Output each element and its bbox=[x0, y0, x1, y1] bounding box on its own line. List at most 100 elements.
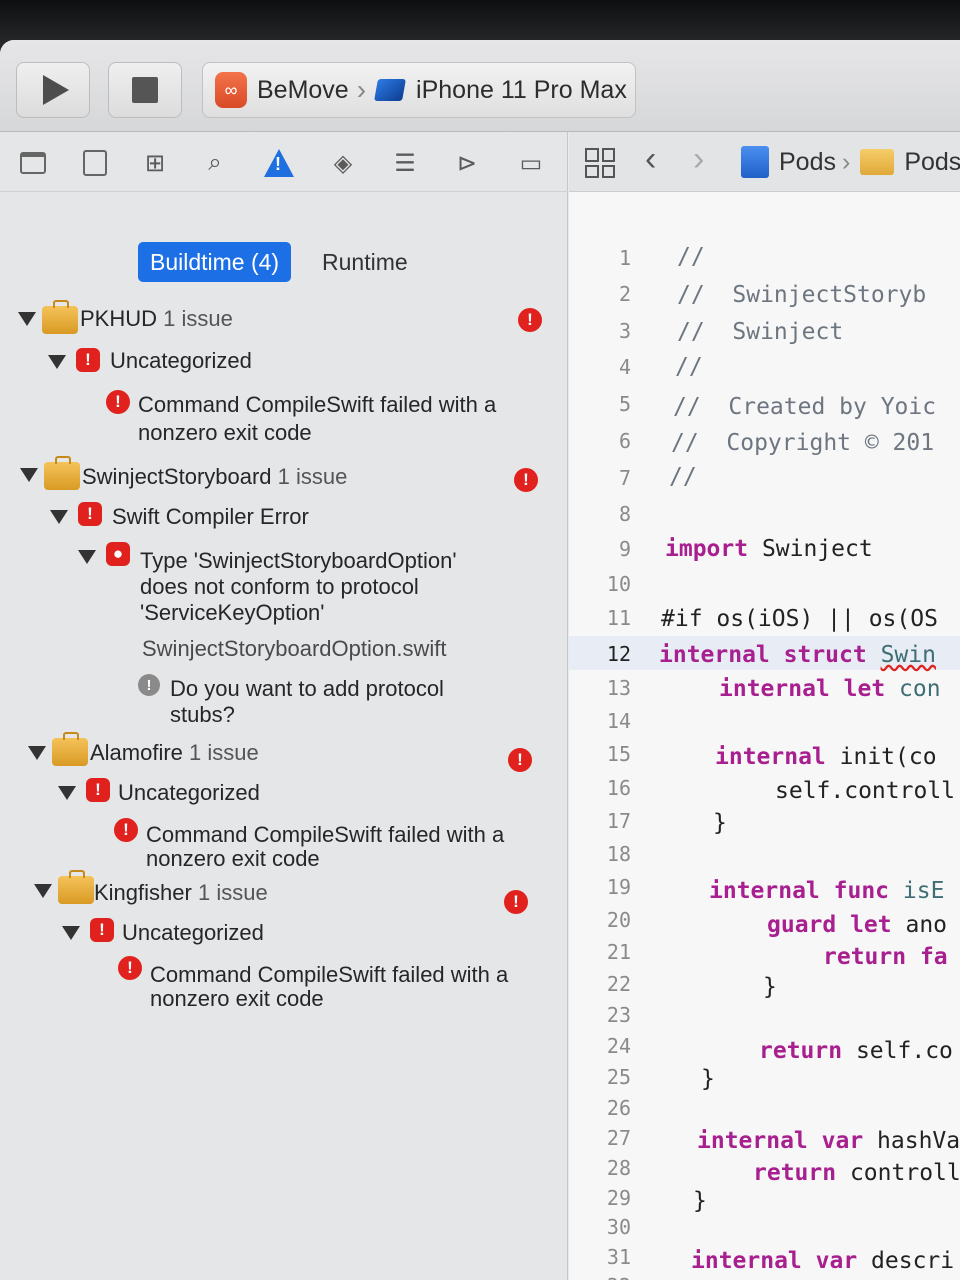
forward-arrow-icon[interactable]: › bbox=[693, 140, 704, 179]
error-icon: ● bbox=[106, 542, 130, 566]
issue-message[interactable]: Command CompileSwift failed with a bbox=[146, 822, 504, 848]
test-icon[interactable]: ◈ bbox=[326, 146, 360, 180]
project-row[interactable]: Kingfisher 1 issue bbox=[94, 880, 268, 906]
issue-count: 1 issue bbox=[197, 880, 268, 905]
code-line: } bbox=[693, 1188, 707, 1214]
disclosure-triangle-icon[interactable] bbox=[58, 786, 76, 800]
breakpoint-icon[interactable]: ⊳ bbox=[450, 146, 484, 180]
xcode-window: ∞ BeMove › iPhone 11 Pro Max ⊞ ⌕ ◈ ☰ ⊳ ▭… bbox=[0, 40, 960, 1280]
line-number: 22 bbox=[606, 972, 631, 996]
disclosure-triangle-icon[interactable] bbox=[20, 468, 38, 482]
issue-navigator: ⊞ ⌕ ◈ ☰ ⊳ ▭ Buildtime (4) Runtime PKHUD … bbox=[0, 132, 568, 1280]
group-row[interactable]: Uncategorized bbox=[118, 780, 260, 806]
code-line: // Created by Yoic bbox=[673, 394, 937, 420]
disclosure-triangle-icon[interactable] bbox=[18, 312, 36, 326]
code-line: } bbox=[713, 810, 727, 836]
tab-runtime[interactable]: Runtime bbox=[310, 242, 420, 282]
find-icon[interactable]: ⌕ bbox=[198, 146, 232, 180]
fixit-icon: ! bbox=[138, 674, 160, 696]
group-row[interactable]: Uncategorized bbox=[122, 920, 264, 946]
code-line: internal let con bbox=[719, 676, 941, 702]
disclosure-triangle-icon[interactable] bbox=[78, 550, 96, 564]
group-row[interactable]: Swift Compiler Error bbox=[112, 504, 309, 530]
error-icon: ! bbox=[118, 956, 142, 980]
issue-message[interactable]: nonzero exit code bbox=[138, 420, 312, 446]
issue-message[interactable]: does not conform to protocol bbox=[140, 574, 419, 600]
group-row[interactable]: Uncategorized bbox=[110, 348, 252, 374]
line-number: 2 bbox=[618, 282, 631, 306]
issue-message[interactable]: nonzero exit code bbox=[146, 846, 320, 872]
code-line: return controll bbox=[753, 1160, 960, 1186]
issue-file-name[interactable]: SwinjectStoryboardOption.swift bbox=[142, 636, 446, 662]
stop-button[interactable] bbox=[108, 62, 182, 118]
disclosure-triangle-icon[interactable] bbox=[28, 746, 46, 760]
folder-icon[interactable] bbox=[16, 146, 50, 180]
code-keyword: internal bbox=[715, 744, 826, 770]
back-arrow-icon[interactable]: ‹ bbox=[645, 140, 656, 179]
run-button[interactable] bbox=[16, 62, 90, 118]
play-icon bbox=[43, 75, 69, 105]
code-text: hashVa bbox=[877, 1128, 960, 1154]
tab-buildtime[interactable]: Buildtime (4) bbox=[138, 242, 292, 282]
code-text: isE bbox=[902, 878, 945, 904]
error-badge-icon: ! bbox=[518, 308, 542, 332]
debug-icon[interactable]: ☰ bbox=[388, 146, 422, 180]
code-keyword: internal var bbox=[697, 1128, 864, 1154]
issue-message[interactable]: 'ServiceKeyOption' bbox=[140, 600, 325, 626]
line-number: 3 bbox=[618, 319, 631, 343]
disclosure-triangle-icon[interactable] bbox=[50, 510, 68, 524]
line-number: 28 bbox=[606, 1156, 631, 1180]
report-icon[interactable]: ▭ bbox=[514, 146, 548, 180]
line-number: 30 bbox=[606, 1215, 631, 1239]
line-number: 15 bbox=[606, 742, 631, 766]
device-name[interactable]: iPhone 11 Pro Max bbox=[416, 76, 627, 105]
line-number: 25 bbox=[606, 1065, 631, 1089]
error-icon: ! bbox=[76, 348, 100, 372]
source-control-icon[interactable] bbox=[78, 146, 112, 180]
issue-message[interactable]: Type 'SwinjectStoryboardOption' bbox=[140, 548, 457, 574]
line-number: 20 bbox=[606, 908, 631, 932]
chevron-right-icon: › bbox=[841, 147, 851, 176]
fixit-message[interactable]: Do you want to add protocol bbox=[170, 676, 444, 702]
symbol-icon[interactable]: ⊞ bbox=[138, 146, 172, 180]
issue-message[interactable]: Command CompileSwift failed with a bbox=[150, 962, 508, 988]
line-number: 17 bbox=[606, 809, 631, 833]
line-number: 32 bbox=[607, 1274, 631, 1280]
error-icon: ! bbox=[78, 502, 102, 526]
folder-icon bbox=[860, 149, 895, 175]
issue-message[interactable]: nonzero exit code bbox=[150, 986, 324, 1012]
error-badge-icon: ! bbox=[508, 748, 532, 772]
code-line: import Swinject bbox=[665, 536, 873, 562]
line-number: 21 bbox=[606, 940, 631, 964]
source-editor[interactable]: ‹ › Pods › Pods 1 2 3 4 5 6 7 8 9 10 11 … bbox=[569, 132, 960, 1280]
error-icon: ! bbox=[114, 818, 138, 842]
error-icon: ! bbox=[90, 918, 114, 942]
line-number: 12 bbox=[606, 642, 631, 666]
fixit-message[interactable]: stubs? bbox=[170, 702, 235, 728]
line-number: 19 bbox=[606, 875, 631, 899]
disclosure-triangle-icon[interactable] bbox=[62, 926, 80, 940]
code-keyword: internal var bbox=[691, 1248, 858, 1274]
project-row[interactable]: Alamofire 1 issue bbox=[90, 740, 259, 766]
app-icon: ∞ bbox=[215, 72, 247, 108]
code-keyword: internal func bbox=[709, 878, 890, 904]
project-row[interactable]: SwinjectStoryboard 1 issue bbox=[82, 464, 347, 490]
code-line: #if os(iOS) || os(OS bbox=[661, 606, 938, 632]
issue-icon[interactable] bbox=[262, 146, 296, 180]
breadcrumb-item[interactable]: Pods bbox=[904, 148, 960, 177]
line-number: 6 bbox=[618, 429, 631, 453]
disclosure-triangle-icon[interactable] bbox=[48, 355, 66, 369]
related-items-icon[interactable] bbox=[585, 148, 615, 178]
disclosure-triangle-icon[interactable] bbox=[34, 884, 52, 898]
breadcrumb: Pods › Pods bbox=[741, 146, 960, 178]
code-line: // bbox=[677, 244, 705, 270]
code-line: internal init(co bbox=[715, 744, 937, 770]
error-badge-icon: ! bbox=[504, 890, 528, 914]
issue-message[interactable]: Command CompileSwift failed with a bbox=[138, 392, 496, 418]
breadcrumb-item[interactable]: Pods bbox=[779, 148, 836, 177]
project-row[interactable]: PKHUD 1 issue bbox=[80, 306, 233, 332]
scheme-selector[interactable]: ∞ BeMove › iPhone 11 Pro Max bbox=[202, 62, 636, 118]
line-number: 11 bbox=[606, 606, 631, 630]
line-number: 16 bbox=[606, 776, 631, 800]
code-keyword: guard let bbox=[767, 912, 892, 938]
